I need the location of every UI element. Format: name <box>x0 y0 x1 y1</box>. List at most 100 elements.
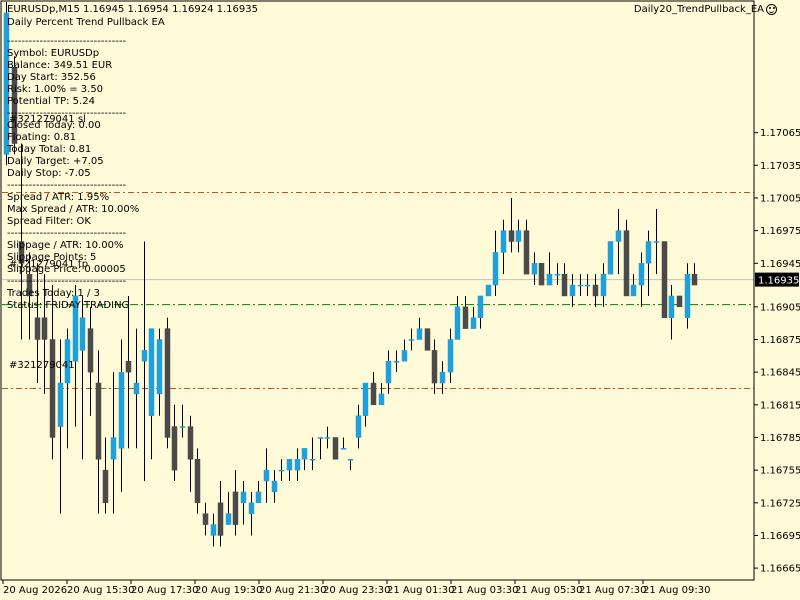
candle-body <box>485 284 492 297</box>
panel-line: Floating: 0.81 <box>7 132 76 143</box>
time-tick-label: 21 Aug 03:30 <box>451 585 518 596</box>
candle-body <box>362 382 369 416</box>
candle-body <box>49 339 56 438</box>
price-tick-label: 1.16695 <box>760 531 800 542</box>
candle-body <box>638 263 645 286</box>
ea-info-panel: --------------------------------- Symbol… <box>7 36 139 312</box>
price-tick-label: 1.16665 <box>760 564 800 575</box>
candle-body <box>546 273 553 286</box>
bull-candle <box>607 241 614 275</box>
panel-separator: --------------------------------- <box>7 36 127 47</box>
bear-candle <box>623 219 630 297</box>
candle-body <box>500 230 507 253</box>
panel-line: Today Total: 0.81 <box>7 144 92 155</box>
panel-line: Day Start: 352.56 <box>7 72 96 83</box>
bear-candle <box>424 328 431 351</box>
panel-line: Daily Stop: -7.05 <box>7 168 91 179</box>
candle-body <box>102 469 109 504</box>
candle-body <box>584 284 591 287</box>
time-tick-label: 20 Aug 19:30 <box>195 585 262 596</box>
expert-name[interactable]: Daily20_TrendPullback_EA <box>634 4 764 15</box>
candle-body <box>645 241 652 264</box>
candle-body <box>531 263 538 275</box>
price-tick-label: 1.16945 <box>760 259 800 270</box>
time-tick-label: 20 Aug 23:30 <box>323 585 390 596</box>
order-ticket-label[interactable]: #321279041 <box>9 360 75 371</box>
panel-line: Balance: 349.51 EUR <box>7 60 113 71</box>
panel-separator: --------------------------------- <box>7 276 127 287</box>
candle-body <box>347 458 354 461</box>
candle-body <box>95 382 102 460</box>
candle-body <box>676 295 683 308</box>
bear-candle <box>676 295 683 308</box>
symbol-quote-line: EURUSDp,M15 1.16945 1.16954 1.16924 1.16… <box>7 4 258 15</box>
candle-body <box>630 284 637 297</box>
candle-body <box>148 328 155 416</box>
candle-body <box>653 241 660 243</box>
price-tick-label: 1.16755 <box>760 466 800 477</box>
candle-body <box>57 382 64 427</box>
candle-body <box>194 458 201 504</box>
candle-body <box>623 230 630 297</box>
candle-body <box>393 361 400 363</box>
time-tick-label: 20 Aug 2026 <box>3 585 67 596</box>
candle-body <box>87 328 94 373</box>
candle-body <box>424 328 431 351</box>
time-tick-label: 20 Aug 21:30 <box>259 585 326 596</box>
time-tick-label: 21 Aug 05:30 <box>515 585 582 596</box>
price-tick-label: 1.16845 <box>760 368 800 379</box>
price-tick-label: 1.16905 <box>760 302 800 313</box>
candle-body <box>431 350 438 384</box>
candle-body <box>684 273 691 318</box>
price-tick-label: 1.17005 <box>760 193 800 204</box>
candle-body <box>538 263 545 286</box>
panel-line: Potential TP: 5.24 <box>7 96 95 107</box>
current-price-label: 1.16935 <box>758 276 799 287</box>
order-ticket-label[interactable]: #321279041 tp <box>9 259 88 270</box>
price-tick-label: 1.16785 <box>760 433 800 444</box>
candle-body <box>141 350 148 362</box>
candle-body <box>385 361 392 384</box>
panel-separator: --------------------------------- <box>7 180 127 191</box>
candle-body <box>439 371 446 384</box>
candle-body <box>454 306 461 340</box>
candle-body <box>187 426 194 460</box>
candle-body <box>691 273 698 286</box>
time-tick-label: 21 Aug 07:30 <box>579 585 646 596</box>
price-tick-label: 1.16975 <box>760 226 800 237</box>
panel-line: Trades Today: 1 / 3 <box>7 288 100 299</box>
order-ticket-label[interactable]: #321279041 sl <box>9 114 86 125</box>
time-tick-label: 21 Aug 01:30 <box>387 585 454 596</box>
candle-body <box>118 371 125 449</box>
candle-body <box>278 469 285 472</box>
candle-body <box>248 502 255 514</box>
candle-body <box>355 415 362 438</box>
candle-body <box>600 273 607 297</box>
candle-body <box>515 230 522 242</box>
panel-line: Daily Target: +7.05 <box>7 156 104 167</box>
candle-body <box>378 393 385 406</box>
candle-body <box>592 284 599 297</box>
panel-line: Spread / ATR: 1.95% <box>7 192 110 203</box>
candle-body <box>569 284 576 297</box>
price-tick-label: 1.17035 <box>760 161 800 172</box>
candle-body <box>523 230 530 275</box>
candle-body <box>301 448 308 460</box>
price-tick-label: 1.16725 <box>760 498 800 509</box>
candle-body <box>271 480 278 493</box>
bull-candle <box>485 284 492 297</box>
candle-body <box>164 328 171 438</box>
candle-body <box>661 241 668 318</box>
candle-body <box>401 350 408 362</box>
candle-body <box>317 437 324 439</box>
candle-body <box>470 317 477 329</box>
candle-body <box>607 241 614 275</box>
smiley-icon[interactable] <box>766 4 777 15</box>
time-tick-label: 20 Aug 17:30 <box>131 585 198 596</box>
candle-body <box>492 252 499 286</box>
bear-candle <box>661 241 668 318</box>
candle-body <box>125 361 132 373</box>
price-tick-label: 1.16815 <box>760 400 800 411</box>
candle-body <box>202 513 209 525</box>
candle-body <box>309 458 316 461</box>
